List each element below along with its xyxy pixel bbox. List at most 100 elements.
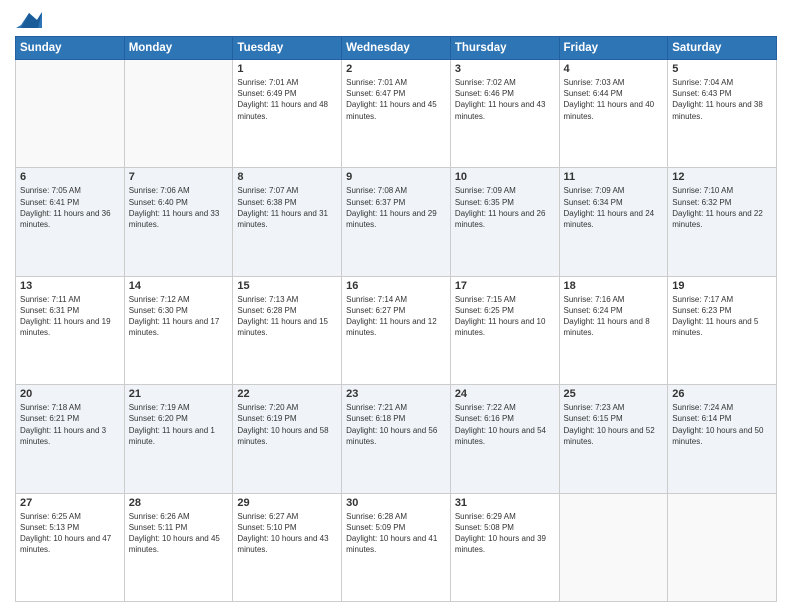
calendar-cell: 14 Sunrise: 7:12 AMSunset: 6:30 PMDayligh…	[124, 276, 233, 384]
weekday-header-friday: Friday	[559, 37, 668, 60]
cell-info: Sunrise: 7:19 AMSunset: 6:20 PMDaylight:…	[129, 402, 229, 447]
day-number: 25	[564, 388, 664, 400]
day-number: 6	[20, 171, 120, 183]
cell-info: Sunrise: 7:21 AMSunset: 6:18 PMDaylight:…	[346, 402, 446, 447]
calendar-cell: 29 Sunrise: 6:27 AMSunset: 5:10 PMDayligh…	[233, 493, 342, 601]
calendar-cell: 17Sunrise: 7:15 AMSunset: 6:25 PMDayligh…	[450, 276, 559, 384]
day-number: 16	[346, 280, 446, 292]
day-number: 22	[237, 388, 337, 400]
calendar-week-row: 6 Sunrise: 7:05 AMSunset: 6:41 PMDaylight…	[16, 168, 777, 276]
cell-info: Sunrise: 7:24 AMSunset: 6:14 PMDaylight:…	[672, 402, 772, 447]
calendar-cell: 8Sunrise: 7:07 AMSunset: 6:38 PMDaylight…	[233, 168, 342, 276]
calendar-cell	[559, 493, 668, 601]
weekday-header-row: SundayMondayTuesdayWednesdayThursdayFrid…	[16, 37, 777, 60]
page: SundayMondayTuesdayWednesdayThursdayFrid…	[0, 0, 792, 612]
day-number: 29	[237, 497, 337, 509]
day-number: 14	[129, 280, 229, 292]
day-number: 28	[129, 497, 229, 509]
logo	[15, 10, 18, 30]
cell-info: Sunrise: 7:07 AMSunset: 6:38 PMDaylight:…	[237, 185, 337, 230]
calendar-cell: 5Sunrise: 7:04 AMSunset: 6:43 PMDaylight…	[668, 60, 777, 168]
cell-info: Sunrise: 7:13 AMSunset: 6:28 PMDaylight:…	[237, 294, 337, 339]
calendar-cell	[668, 493, 777, 601]
calendar-cell: 13 Sunrise: 7:11 AMSunset: 6:31 PMDayligh…	[16, 276, 125, 384]
calendar-cell: 4 Sunrise: 7:03 AMSunset: 6:44 PMDaylight…	[559, 60, 668, 168]
weekday-header-wednesday: Wednesday	[342, 37, 451, 60]
cell-info: Sunrise: 7:01 AMSunset: 6:49 PMDaylight:…	[237, 77, 337, 122]
day-number: 1	[237, 63, 337, 75]
cell-info: Sunrise: 6:28 AMSunset: 5:09 PMDaylight:…	[346, 511, 446, 556]
day-number: 31	[455, 497, 555, 509]
cell-info: Sunrise: 7:14 AMSunset: 6:27 PMDaylight:…	[346, 294, 446, 339]
cell-info: Sunrise: 7:04 AMSunset: 6:43 PMDaylight:…	[672, 77, 772, 122]
cell-info: Sunrise: 6:29 AMSunset: 5:08 PMDaylight:…	[455, 511, 555, 556]
calendar-cell: 25 Sunrise: 7:23 AMSunset: 6:15 PMDayligh…	[559, 385, 668, 493]
calendar-cell: 30 Sunrise: 6:28 AMSunset: 5:09 PMDayligh…	[342, 493, 451, 601]
calendar-cell: 9Sunrise: 7:08 AMSunset: 6:37 PMDaylight…	[342, 168, 451, 276]
calendar-cell: 2 Sunrise: 7:01 AMSunset: 6:47 PMDaylight…	[342, 60, 451, 168]
cell-info: Sunrise: 7:17 AMSunset: 6:23 PMDaylight:…	[672, 294, 772, 339]
cell-info: Sunrise: 7:23 AMSunset: 6:15 PMDaylight:…	[564, 402, 664, 447]
calendar-cell: 7Sunrise: 7:06 AMSunset: 6:40 PMDaylight…	[124, 168, 233, 276]
calendar-cell: 6 Sunrise: 7:05 AMSunset: 6:41 PMDaylight…	[16, 168, 125, 276]
calendar-cell: 20 Sunrise: 7:18 AMSunset: 6:21 PMDayligh…	[16, 385, 125, 493]
cell-info: Sunrise: 7:10 AMSunset: 6:32 PMDaylight:…	[672, 185, 772, 230]
weekday-header-sunday: Sunday	[16, 37, 125, 60]
logo-bird-icon	[16, 10, 42, 30]
calendar-week-row: 1 Sunrise: 7:01 AMSunset: 6:49 PMDaylight…	[16, 60, 777, 168]
day-number: 21	[129, 388, 229, 400]
calendar-cell: 16 Sunrise: 7:14 AMSunset: 6:27 PMDayligh…	[342, 276, 451, 384]
cell-info: Sunrise: 7:09 AMSunset: 6:34 PMDaylight:…	[564, 185, 664, 230]
calendar-cell: 23 Sunrise: 7:21 AMSunset: 6:18 PMDayligh…	[342, 385, 451, 493]
day-number: 7	[129, 171, 229, 183]
calendar-cell: 31 Sunrise: 6:29 AMSunset: 5:08 PMDayligh…	[450, 493, 559, 601]
calendar-week-row: 27 Sunrise: 6:25 AMSunset: 5:13 PMDayligh…	[16, 493, 777, 601]
day-number: 12	[672, 171, 772, 183]
cell-info: Sunrise: 7:12 AMSunset: 6:30 PMDaylight:…	[129, 294, 229, 339]
calendar-cell: 28Sunrise: 6:26 AMSunset: 5:11 PMDayligh…	[124, 493, 233, 601]
cell-info: Sunrise: 7:16 AMSunset: 6:24 PMDaylight:…	[564, 294, 664, 339]
calendar-cell: 3Sunrise: 7:02 AMSunset: 6:46 PMDaylight…	[450, 60, 559, 168]
cell-info: Sunrise: 7:22 AMSunset: 6:16 PMDaylight:…	[455, 402, 555, 447]
calendar-cell: 26 Sunrise: 7:24 AMSunset: 6:14 PMDayligh…	[668, 385, 777, 493]
cell-info: Sunrise: 7:18 AMSunset: 6:21 PMDaylight:…	[20, 402, 120, 447]
day-number: 23	[346, 388, 446, 400]
day-number: 2	[346, 63, 446, 75]
day-number: 27	[20, 497, 120, 509]
header	[15, 10, 777, 30]
day-number: 26	[672, 388, 772, 400]
calendar-cell: 21 Sunrise: 7:19 AMSunset: 6:20 PMDayligh…	[124, 385, 233, 493]
day-number: 19	[672, 280, 772, 292]
day-number: 9	[346, 171, 446, 183]
day-number: 18	[564, 280, 664, 292]
cell-info: Sunrise: 7:01 AMSunset: 6:47 PMDaylight:…	[346, 77, 446, 122]
cell-info: Sunrise: 6:25 AMSunset: 5:13 PMDaylight:…	[20, 511, 120, 556]
calendar-cell: 10Sunrise: 7:09 AMSunset: 6:35 PMDayligh…	[450, 168, 559, 276]
day-number: 20	[20, 388, 120, 400]
day-number: 4	[564, 63, 664, 75]
calendar-cell	[16, 60, 125, 168]
calendar-week-row: 20 Sunrise: 7:18 AMSunset: 6:21 PMDayligh…	[16, 385, 777, 493]
day-number: 17	[455, 280, 555, 292]
cell-info: Sunrise: 7:03 AMSunset: 6:44 PMDaylight:…	[564, 77, 664, 122]
calendar-cell	[124, 60, 233, 168]
cell-info: Sunrise: 7:05 AMSunset: 6:41 PMDaylight:…	[20, 185, 120, 230]
calendar-week-row: 13 Sunrise: 7:11 AMSunset: 6:31 PMDayligh…	[16, 276, 777, 384]
calendar-cell: 22 Sunrise: 7:20 AMSunset: 6:19 PMDayligh…	[233, 385, 342, 493]
calendar-cell: 1 Sunrise: 7:01 AMSunset: 6:49 PMDaylight…	[233, 60, 342, 168]
cell-info: Sunrise: 7:20 AMSunset: 6:19 PMDaylight:…	[237, 402, 337, 447]
day-number: 3	[455, 63, 555, 75]
cell-info: Sunrise: 6:27 AMSunset: 5:10 PMDaylight:…	[237, 511, 337, 556]
cell-info: Sunrise: 7:11 AMSunset: 6:31 PMDaylight:…	[20, 294, 120, 339]
calendar-table: SundayMondayTuesdayWednesdayThursdayFrid…	[15, 36, 777, 602]
weekday-header-thursday: Thursday	[450, 37, 559, 60]
calendar-cell: 11Sunrise: 7:09 AMSunset: 6:34 PMDayligh…	[559, 168, 668, 276]
calendar-cell: 15 Sunrise: 7:13 AMSunset: 6:28 PMDayligh…	[233, 276, 342, 384]
day-number: 13	[20, 280, 120, 292]
day-number: 30	[346, 497, 446, 509]
cell-info: Sunrise: 7:09 AMSunset: 6:35 PMDaylight:…	[455, 185, 555, 230]
calendar-cell: 12 Sunrise: 7:10 AMSunset: 6:32 PMDayligh…	[668, 168, 777, 276]
calendar-cell: 24Sunrise: 7:22 AMSunset: 6:16 PMDayligh…	[450, 385, 559, 493]
weekday-header-tuesday: Tuesday	[233, 37, 342, 60]
day-number: 15	[237, 280, 337, 292]
